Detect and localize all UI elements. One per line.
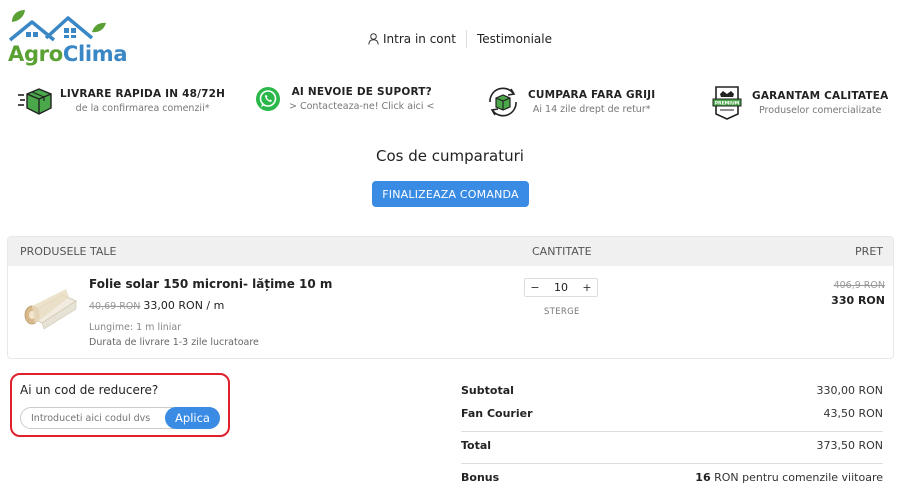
feature-fast-delivery: LIVRARE RAPIDA IN 48/72H de la confirmar… [18,86,225,116]
quantity-stepper: − 10 + [524,278,598,297]
cart-table: PRODUSELE TALE CANTITATE PRET Folie sola… [7,236,894,359]
feature-title: CUMPARA FARA GRIJI [528,89,656,101]
old-line-total: 406,9 RON [833,280,885,291]
whatsapp-icon [256,87,280,111]
remove-item-button[interactable]: STERGE [544,307,580,317]
feature-subtitle: Ai 14 zile drept de retur* [532,104,651,115]
feature-returns: CUMPARA FARA GRIJI Ai 14 zile drept de r… [486,86,655,118]
bonus-amount: 16 [695,471,711,484]
product-image[interactable] [22,285,78,329]
premium-badge-icon: PREMIUM [712,86,742,120]
login-link[interactable]: Intra in cont [368,32,456,46]
increase-quantity-button[interactable]: + [577,281,597,294]
unit-price: 33,00 RON / m [143,299,225,312]
summary-shipping: Fan Courier 43,50 RON [461,407,883,420]
quantity-value[interactable]: 10 [547,281,575,294]
delivery-box-icon [18,88,52,115]
table-header: PRODUSELE TALE CANTITATE PRET [8,237,893,266]
feature-support[interactable]: AI NEVOIE DE SUPORT? > Contacteaza-ne! C… [255,86,435,112]
nav-divider [465,30,467,48]
summary-bonus: Bonus 16 RON pentru comenzile viitoare [461,471,883,484]
feature-title: LIVRARE RAPIDA IN 48/72H [60,88,226,100]
product-delivery: Durata de livrare 1-3 zile lucratoare [89,337,259,348]
testimonials-link[interactable]: Testimoniale [477,32,552,46]
header-price: PRET [855,245,883,258]
discount-code-input[interactable] [31,411,161,426]
feature-title: AI NEVOIE DE SUPORT? [291,86,432,98]
apply-discount-button[interactable]: Aplica [165,407,220,429]
discount-section: Ai un cod de reducere? Aplica [10,373,230,437]
feature-subtitle: Produselor comercializate [759,105,882,116]
bonus-text: RON pentru comenzile viitoare [714,471,883,484]
summary-subtotal: Subtotal 330,00 RON [461,384,883,397]
decrease-quantity-button[interactable]: − [525,281,545,294]
user-icon [368,33,379,45]
line-total: 330 RON [831,294,885,307]
summary-divider [461,431,883,432]
page-title: Cos de cumparaturi [376,147,524,165]
header-quantity: CANTITATE [532,245,592,258]
checkout-button[interactable]: FINALIZEAZA COMANDA [372,181,529,207]
header-products: PRODUSELE TALE [20,245,117,258]
order-summary: Subtotal 330,00 RON Fan Courier 43,50 RO… [461,380,883,490]
features-bar: LIVRARE RAPIDA IN 48/72H de la confirmar… [0,86,900,120]
product-length: Lungime: 1 m liniar [89,322,182,333]
summary-divider [461,463,883,464]
discount-input-group: Aplica [20,407,220,429]
top-nav: Intra in cont Testimoniale [368,30,552,48]
feature-title: GARANTAM CALITATEA [752,90,889,102]
feature-subtitle: > Contacteaza-ne! Click aici < [289,101,435,112]
discount-label: Ai un cod de reducere? [20,383,159,397]
logo[interactable]: AgroClima [8,8,128,66]
return-box-icon [489,87,517,117]
feature-subtitle: de la confirmarea comenzii* [75,103,210,114]
feature-quality: PREMIUM GARANTAM CALITATEA Produselor co… [710,86,888,120]
logo-text: AgroClima [8,42,128,66]
product-unit-price: 40,69 RON 33,00 RON / m [89,299,224,312]
svg-text:PREMIUM: PREMIUM [715,101,740,107]
product-name[interactable]: Folie solar 150 microni- lățime 10 m [89,277,332,291]
table-row: Folie solar 150 microni- lățime 10 m 40,… [8,266,893,359]
old-unit-price: 40,69 RON [89,301,141,312]
summary-total: Total 373,50 RON [461,439,883,452]
